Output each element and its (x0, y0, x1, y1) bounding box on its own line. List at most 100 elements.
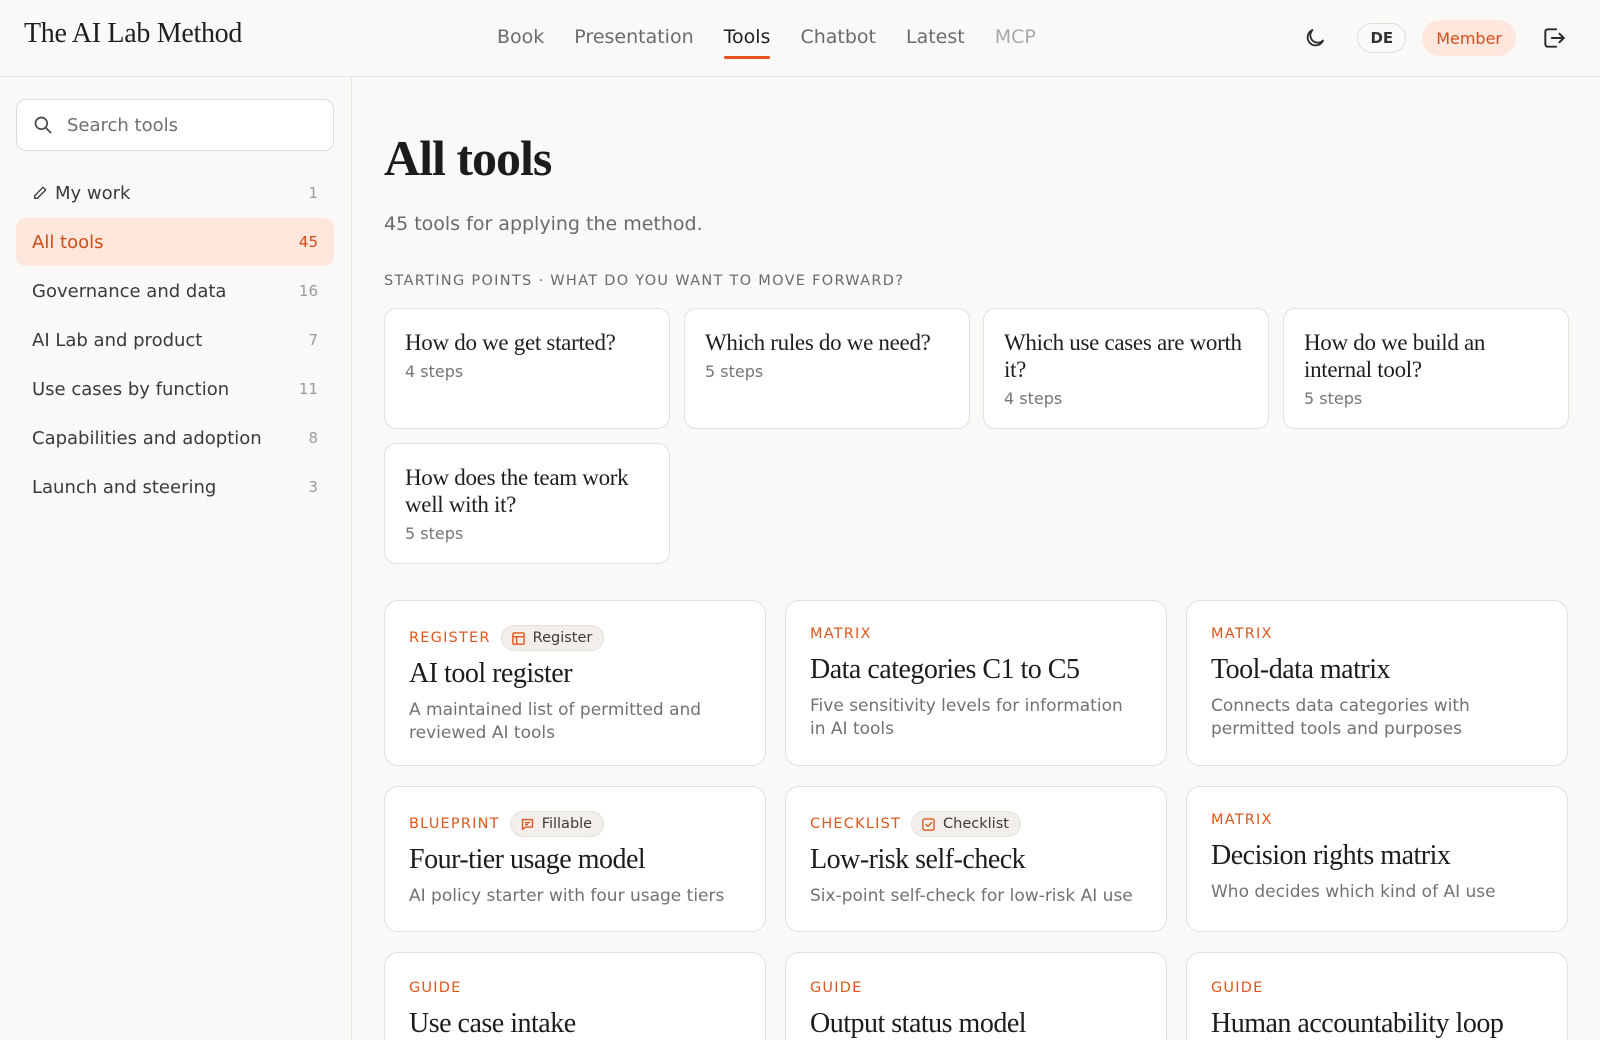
search-input[interactable] (67, 114, 307, 136)
sidebar-item-label: My work (55, 182, 131, 204)
tool-card[interactable]: GUIDE Human accountability loop (1186, 952, 1568, 1040)
tool-card[interactable]: REGISTER Register AI tool register A mai… (384, 600, 766, 766)
tool-description: Six-point self-check for low-risk AI use (810, 886, 1133, 906)
tool-card[interactable]: CHECKLIST Checklist Low-risk self-check … (785, 786, 1167, 932)
sidebar-item-label: Capabilities and adoption (32, 427, 262, 449)
tool-kind-label: MATRIX (1211, 626, 1273, 642)
sidebar-item-governance-and-data[interactable]: Governance and data 16 (16, 267, 334, 315)
comment-icon (521, 818, 533, 830)
logout-icon (1544, 28, 1565, 48)
tool-kind-label: REGISTER (409, 630, 491, 646)
page-subtitle: 45 tools for applying the method. (384, 213, 703, 235)
sidebar-item-all-tools[interactable]: All tools 45 (16, 218, 334, 266)
starting-point-steps: 5 steps (1304, 389, 1363, 408)
nav-latest[interactable]: Latest (906, 24, 965, 60)
search-box[interactable] (16, 99, 334, 151)
brand-logo[interactable]: The AI Lab Method (24, 18, 242, 50)
sidebar-item-count: 7 (308, 331, 318, 349)
sidebar-item-ai-lab-and-product[interactable]: AI Lab and product 7 (16, 316, 334, 364)
tool-title: Decision rights matrix (1211, 840, 1451, 871)
sidebar-item-launch-and-steering[interactable]: Launch and steering 3 (16, 463, 334, 511)
starting-point-question: Which use cases are worth it? (1004, 330, 1242, 382)
starting-point-question: Which rules do we need? (705, 330, 931, 355)
tool-tag-badge: Register (500, 625, 605, 651)
tool-card[interactable]: MATRIX Data categories C1 to C5 Five sen… (785, 600, 1167, 766)
nav-chatbot[interactable]: Chatbot (800, 24, 876, 60)
member-badge[interactable]: Member (1422, 20, 1516, 56)
sidebar-item-label: Use cases by function (32, 378, 230, 400)
tool-description: AI policy starter with four usage tiers (409, 886, 725, 906)
starting-point-card[interactable]: How do we get started? 4 steps (384, 308, 670, 429)
sidebar-item-count: 3 (308, 478, 318, 496)
sidebar-item-label: All tools (32, 231, 104, 253)
starting-point-card[interactable]: Which use cases are worth it? 4 steps (983, 308, 1269, 429)
tool-title: Low-risk self-check (810, 844, 1026, 875)
tool-card[interactable]: GUIDE Use case intake (384, 952, 766, 1040)
tool-title: Human accountability loop (1211, 1008, 1504, 1039)
category-list: My work 1 All tools 45 Governance and da… (16, 169, 334, 512)
nav-mcp[interactable]: MCP (995, 24, 1036, 60)
tool-title: Use case intake (409, 1008, 576, 1039)
nav-tools[interactable]: Tools (723, 24, 770, 60)
sidebar-item-use-cases-by-function[interactable]: Use cases by function 11 (16, 365, 334, 413)
starting-point-steps: 4 steps (1004, 389, 1063, 408)
page-title: All tools (384, 130, 552, 186)
tool-kind-label: GUIDE (810, 980, 863, 996)
starting-points-heading: STARTING POINTS · WHAT DO YOU WANT TO MO… (384, 273, 905, 289)
language-switch-button[interactable]: DE (1357, 23, 1407, 53)
tool-card[interactable]: GUIDE Output status model (785, 952, 1167, 1040)
starting-point-steps: 5 steps (405, 524, 464, 543)
tool-kind-label: MATRIX (1211, 812, 1273, 828)
tool-title: AI tool register (409, 658, 573, 689)
tool-description: Who decides which kind of AI use (1211, 882, 1496, 902)
tool-card[interactable]: MATRIX Tool-data matrix Connects data ca… (1186, 600, 1568, 766)
starting-point-card[interactable]: Which rules do we need? 5 steps (684, 308, 970, 429)
tool-kind-label: GUIDE (1211, 980, 1264, 996)
search-icon (34, 116, 52, 134)
checkbox-icon (922, 817, 935, 831)
sidebar-item-count: 16 (298, 282, 318, 300)
tool-description: Connects data categories with permitted … (1211, 696, 1470, 739)
starting-point-card[interactable]: How does the team work well with it? 5 s… (384, 443, 670, 564)
pencil-icon (34, 186, 47, 199)
sidebar: My work 1 All tools 45 Governance and da… (0, 77, 352, 1040)
theme-toggle-button[interactable] (1297, 20, 1333, 56)
sidebar-item-count: 1 (308, 184, 318, 202)
nav-presentation[interactable]: Presentation (574, 24, 693, 60)
sidebar-item-capabilities-and-adoption[interactable]: Capabilities and adoption 8 (16, 414, 334, 462)
starting-point-question: How do we build an internal tool? (1304, 330, 1486, 382)
starting-point-steps: 4 steps (405, 362, 464, 381)
tool-kind-label: CHECKLIST (810, 816, 902, 832)
main-nav: Book Presentation Tools Chatbot Latest M… (497, 24, 1066, 60)
logout-button[interactable] (1536, 20, 1572, 56)
tool-title: Output status model (810, 1008, 1027, 1039)
sidebar-item-my-work[interactable]: My work 1 (16, 169, 334, 217)
moon-icon (1307, 29, 1325, 47)
nav-book[interactable]: Book (497, 24, 544, 60)
tool-tag-badge: Checklist (911, 811, 1021, 837)
sidebar-item-count: 45 (298, 233, 318, 251)
starting-point-question: How do we get started? (405, 330, 616, 355)
starting-point-question: How does the team work well with it? (405, 465, 629, 517)
tool-kind-label: MATRIX (810, 626, 872, 642)
tool-description: Five sensitivity levels for information … (810, 696, 1123, 739)
tool-description: A maintained list of permitted and revie… (409, 700, 702, 743)
tool-title: Data categories C1 to C5 (810, 654, 1080, 685)
sidebar-item-label: AI Lab and product (32, 329, 203, 351)
tool-title: Tool-data matrix (1211, 654, 1390, 685)
top-header: The AI Lab Method Book Presentation Tool… (0, 0, 1600, 77)
tool-title: Four-tier usage model (409, 844, 646, 875)
starting-point-steps: 5 steps (705, 362, 764, 381)
tool-kind-label: BLUEPRINT (409, 816, 500, 832)
sidebar-item-count: 8 (308, 429, 318, 447)
sidebar-item-count: 11 (298, 380, 318, 398)
tool-tag-badge: Fillable (509, 811, 605, 837)
sidebar-item-label: Launch and steering (32, 476, 217, 498)
sidebar-item-label: Governance and data (32, 280, 227, 302)
starting-point-card[interactable]: How do we build an internal tool? 5 step… (1283, 308, 1569, 429)
tool-card[interactable]: BLUEPRINT Fillable Four-tier usage model… (384, 786, 766, 932)
tool-kind-label: GUIDE (409, 980, 462, 996)
tool-card[interactable]: MATRIX Decision rights matrix Who decide… (1186, 786, 1568, 932)
header-actions: DE Member (1297, 20, 1572, 56)
table-icon (511, 631, 525, 645)
